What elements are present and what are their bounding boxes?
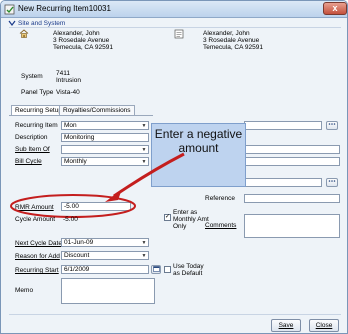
comments-label: Comments <box>205 222 236 229</box>
window-close-button[interactable]: x <box>323 2 347 15</box>
close-button-label: Close <box>315 322 333 329</box>
chevron-down-icon: ▼ <box>141 147 147 153</box>
tab-royalties-commissions[interactable]: Royalties/Commissions <box>59 105 135 115</box>
tab-recurring-setup[interactable]: Recurring Setup <box>11 105 66 115</box>
collapse-icon[interactable] <box>8 20 16 27</box>
annotation-callout: Enter a negative amount <box>151 123 246 187</box>
rmr-amount-label: RMR Amount <box>15 204 54 211</box>
recurring-start-label-text: Recurring Start <box>15 267 59 274</box>
reason-for-add-label-text: Reason for Add <box>15 253 60 260</box>
next-cycle-date-label: Next Cycle Date <box>15 240 62 247</box>
tab-strip-border <box>9 115 153 116</box>
panel-type-value: Vista-40 <box>56 89 80 96</box>
reason-for-add-label: Reason for Add <box>15 253 60 260</box>
next-cycle-date-label-text: Next Cycle Date <box>15 240 62 247</box>
enter-as-monthly-checkbox[interactable]: ✓ <box>164 214 171 221</box>
ellipsis-icon <box>328 123 336 125</box>
window-title: New Recurring Item10031 <box>18 4 111 13</box>
memo-label: Memo <box>15 287 34 294</box>
right-field-4[interactable] <box>244 178 322 187</box>
reference-label: Reference <box>205 195 235 202</box>
system-number: 7411 <box>56 70 70 77</box>
reason-for-add-value: Discount <box>64 252 90 259</box>
recurring-item-value: Mon <box>64 122 77 129</box>
rmr-amount-field[interactable]: -5.00 <box>61 202 131 211</box>
reference-field[interactable] <box>244 194 340 203</box>
save-button[interactable]: Save <box>271 319 301 332</box>
sub-item-of-select[interactable]: ▼ <box>61 145 149 154</box>
enter-as-monthly-label: Enter as Monthly Amt Only <box>173 209 209 230</box>
calendar-button[interactable] <box>151 265 161 274</box>
next-cycle-date-select[interactable]: 01-Jun-09 ▼ <box>61 238 149 247</box>
cycle-amount-label: Cycle Amount <box>15 216 56 223</box>
home-icon <box>19 29 29 38</box>
use-today-checkbox[interactable] <box>164 266 171 273</box>
system-label: System <box>21 73 43 80</box>
description-label: Description <box>15 134 48 141</box>
sub-item-of-label: Sub Item Of <box>15 146 50 153</box>
recurring-start-label: Recurring Start <box>15 267 59 274</box>
calendar-icon <box>152 266 160 272</box>
save-button-label: Save <box>278 322 294 329</box>
panel-type-label: Panel Type <box>21 89 54 96</box>
right-field-1[interactable] <box>244 121 322 130</box>
lookup-button-2[interactable] <box>326 178 338 187</box>
chevron-down-icon: ▼ <box>141 159 147 165</box>
title-bar: New Recurring Item10031 x <box>1 1 347 18</box>
billing-city: Temecula, CA 92591 <box>203 44 263 51</box>
site-name: Alexander, John <box>53 30 100 37</box>
recurring-item-window: New Recurring Item10031 x Site and Syste… <box>0 0 348 334</box>
right-field-3[interactable] <box>244 157 340 166</box>
app-icon <box>4 4 15 15</box>
bill-cycle-label: Bill Cycle <box>15 158 42 165</box>
memo-field[interactable] <box>61 278 155 304</box>
lookup-button-1[interactable] <box>326 121 338 130</box>
chevron-down-icon: ▼ <box>141 240 147 246</box>
bill-cycle-value: Monthly <box>64 158 87 165</box>
comments-field[interactable] <box>244 214 340 238</box>
billing-street: 3 Rosedale Avenue <box>203 37 260 44</box>
bill-cycle-select[interactable]: Monthly ▼ <box>61 157 149 166</box>
bill-cycle-label-text: Bill Cycle <box>15 158 42 165</box>
sub-item-of-label-text: Sub Item Of <box>15 146 50 153</box>
reason-for-add-select[interactable]: Discount ▼ <box>61 251 149 260</box>
rmr-amount-label-text: RMR Amount <box>15 204 54 211</box>
recurring-item-label: Recurring Item <box>15 122 58 129</box>
billing-name: Alexander, John <box>203 30 250 37</box>
description-field[interactable]: Monitoring <box>61 133 149 142</box>
close-button[interactable]: Close <box>309 319 339 332</box>
right-field-2[interactable] <box>244 145 340 154</box>
next-cycle-date-value: 01-Jun-09 <box>64 239 94 246</box>
site-city: Temecula, CA 92591 <box>53 44 113 51</box>
recurring-start-field[interactable]: 6/1/2009 <box>61 265 149 274</box>
billing-icon <box>174 29 184 39</box>
site-street: 3 Rosedale Avenue <box>53 37 110 44</box>
footer-divider <box>9 314 341 315</box>
use-today-label: Use Today as Default <box>173 263 204 277</box>
chevron-down-icon: ▼ <box>141 123 147 129</box>
ellipsis-icon <box>328 180 336 182</box>
recurring-item-select[interactable]: Mon ▼ <box>61 121 149 130</box>
section-divider <box>9 27 341 28</box>
comments-label-text: Comments <box>205 222 237 229</box>
system-type: Intrusion <box>56 77 81 84</box>
section-title-site-system[interactable]: Site and System <box>18 20 65 27</box>
cycle-amount-value: -5.00 <box>63 216 78 223</box>
chevron-down-icon: ▼ <box>141 253 147 259</box>
